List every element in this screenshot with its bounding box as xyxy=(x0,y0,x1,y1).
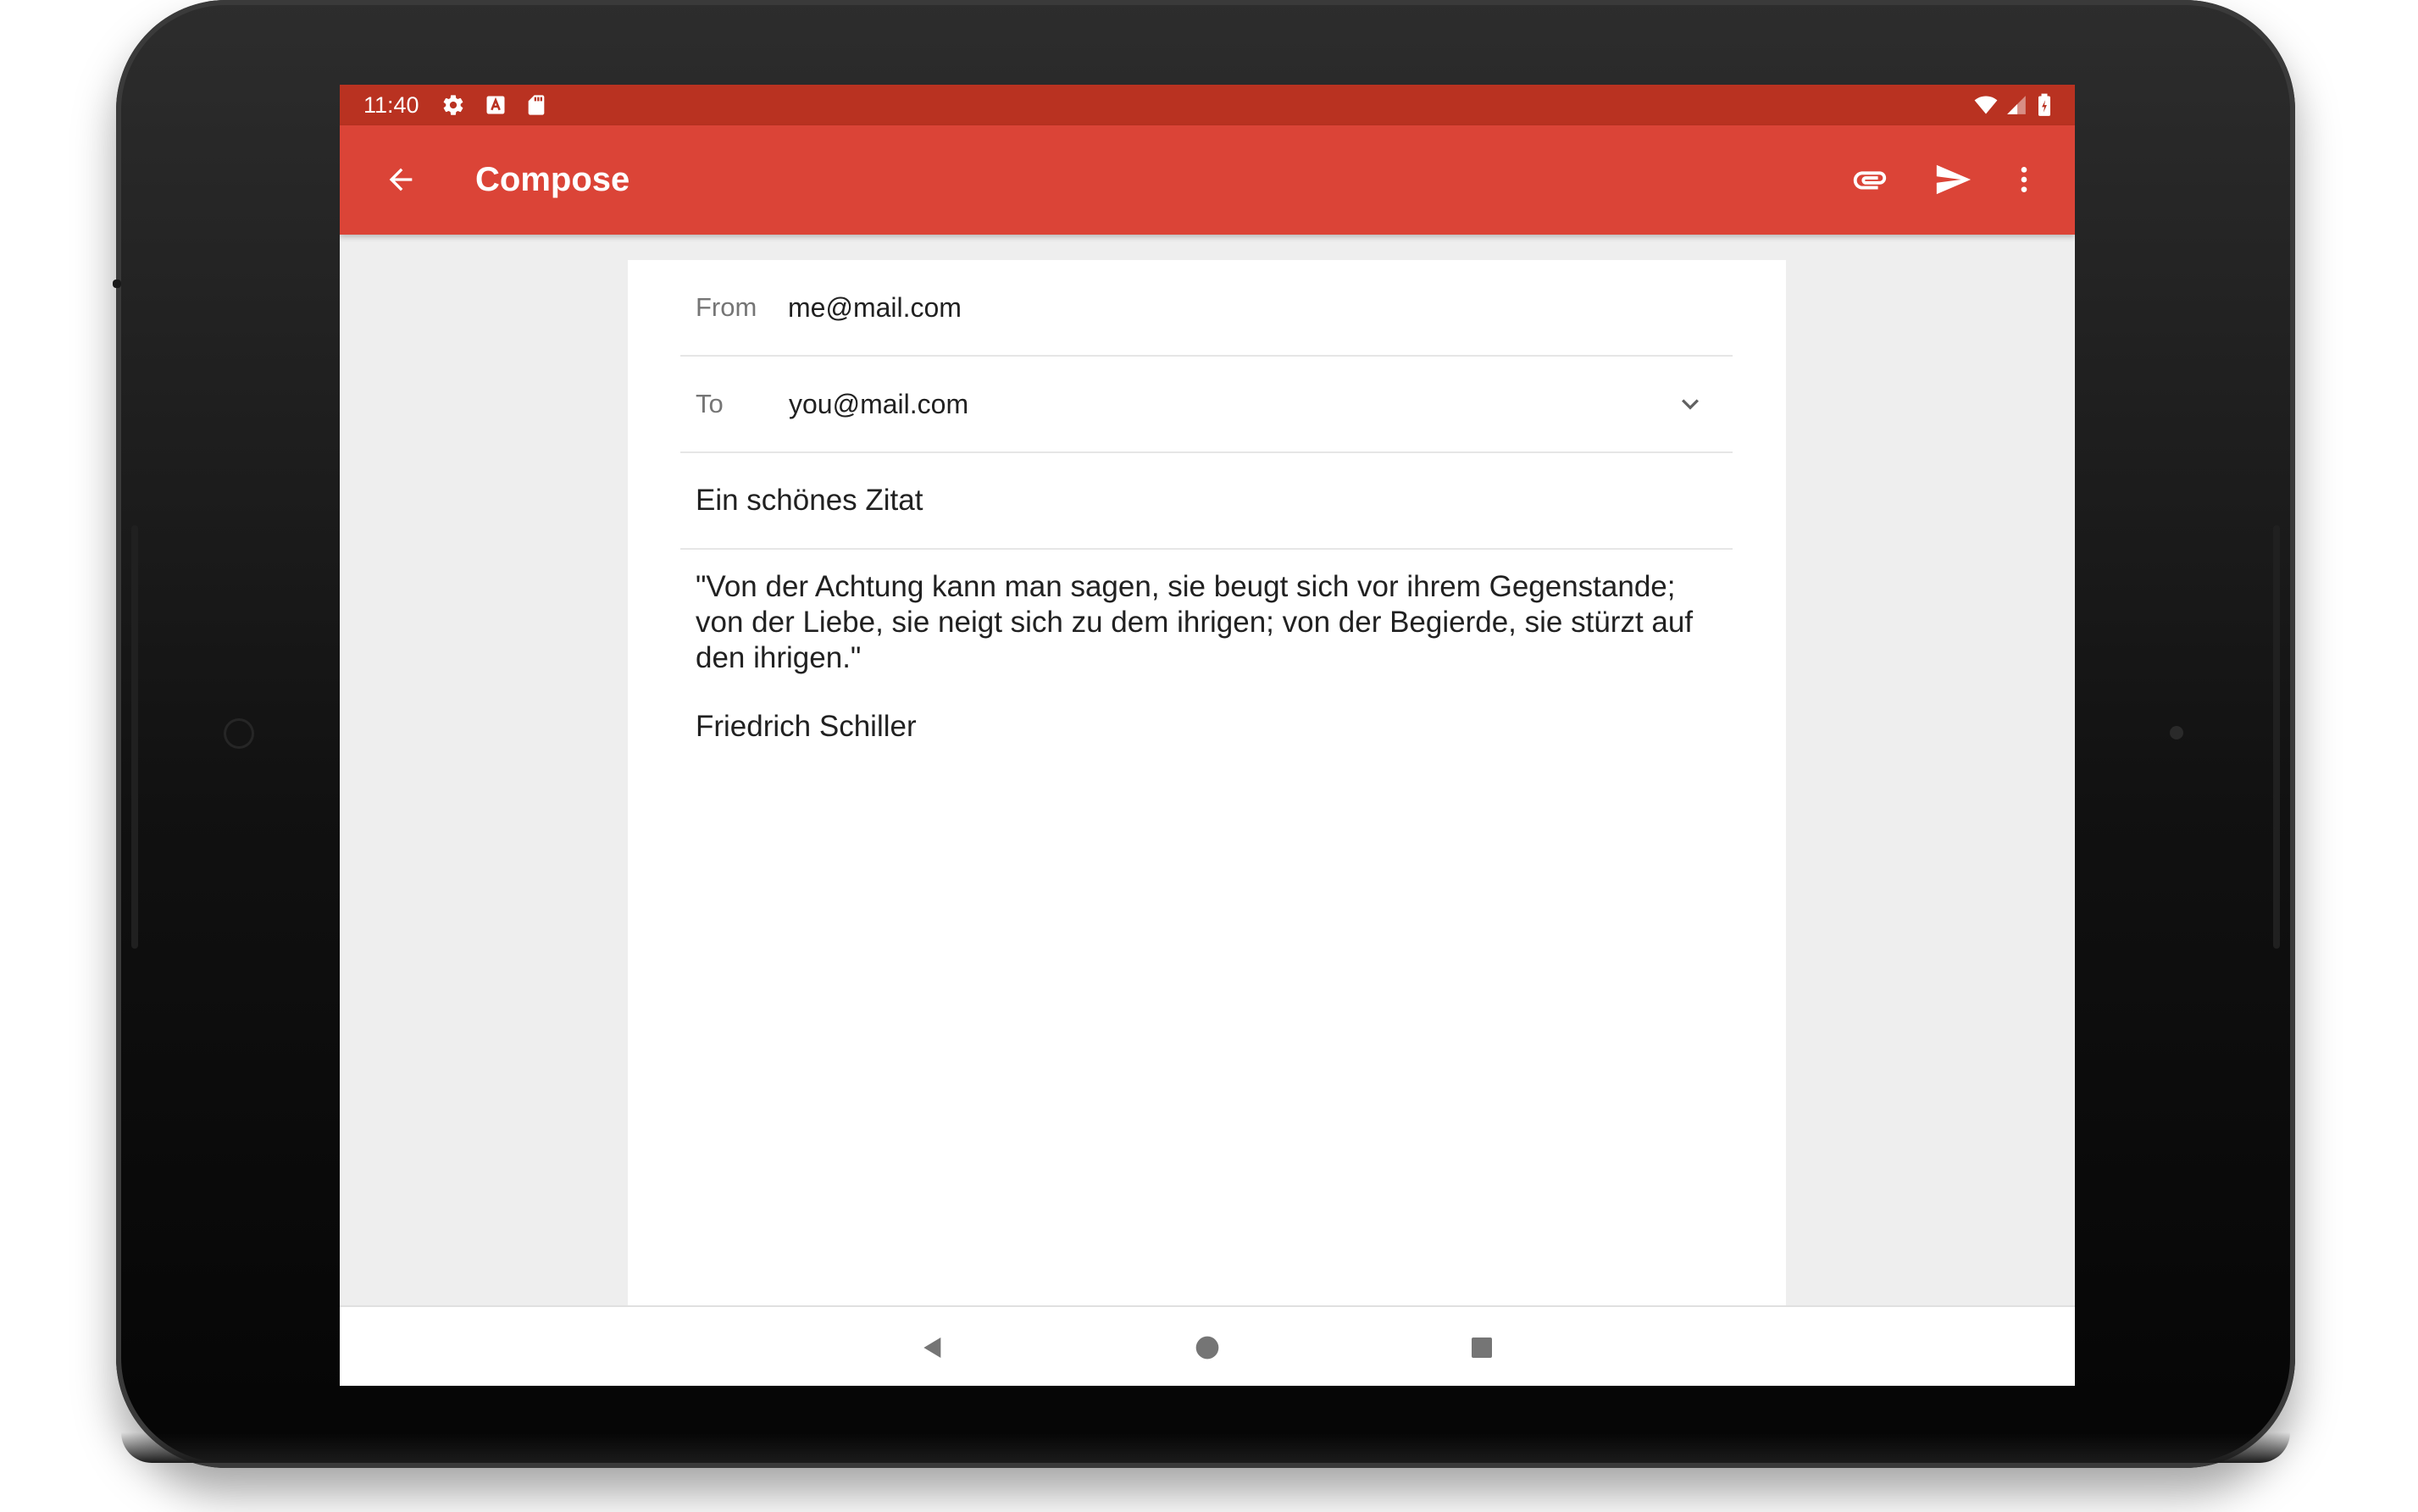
mockup-stage: 11:40 Compose From me@mail.com To you@ma… xyxy=(0,0,2418,1512)
app-bar: Compose xyxy=(340,125,2075,235)
message-signature[interactable]: Friedrich Schiller xyxy=(696,709,917,745)
to-dropdown-button[interactable] xyxy=(1672,385,1709,423)
page-title: Compose xyxy=(475,161,630,198)
keyboard-a-icon xyxy=(484,93,507,117)
left-side-button xyxy=(113,280,121,288)
message-body[interactable]: "Von der Achtung kann man sagen, sie beu… xyxy=(696,569,1729,676)
circle-home-icon xyxy=(1195,1336,1219,1360)
from-label: From xyxy=(696,292,757,322)
nav-back-button[interactable] xyxy=(907,1322,958,1373)
device-screen: 11:40 Compose From me@mail.com To you@ma… xyxy=(340,85,2075,1386)
front-camera xyxy=(226,721,252,746)
right-speaker-grille xyxy=(2273,525,2280,949)
nav-recents-button[interactable] xyxy=(1456,1322,1507,1373)
send-button[interactable] xyxy=(1926,152,1980,207)
sd-card-icon xyxy=(524,93,548,117)
wifi-icon xyxy=(1973,93,1998,117)
attach-icon xyxy=(1853,171,1887,190)
status-time: 11:40 xyxy=(363,92,419,118)
subject-row: Ein schönes Zitat xyxy=(680,453,1733,550)
to-label: To xyxy=(696,389,724,418)
more-vert-icon xyxy=(2021,167,2027,192)
status-bar: 11:40 xyxy=(340,85,2075,125)
triangle-back-icon xyxy=(923,1338,941,1358)
signal-icon xyxy=(2005,93,2029,117)
attach-button[interactable] xyxy=(1843,152,1897,207)
battery-charging-icon xyxy=(2036,93,2060,117)
send-icon xyxy=(1936,164,1972,195)
gear-icon xyxy=(441,93,465,117)
back-button[interactable] xyxy=(374,152,428,207)
square-recents-icon xyxy=(1472,1338,1492,1358)
nav-home-button[interactable] xyxy=(1182,1322,1233,1373)
chevron-down-icon xyxy=(1682,399,1699,410)
from-value[interactable]: me@mail.com xyxy=(788,292,962,323)
left-speaker-grille xyxy=(131,525,138,949)
to-row: To you@mail.com xyxy=(680,357,1733,453)
light-sensor xyxy=(2170,726,2183,739)
from-row: From me@mail.com xyxy=(680,260,1733,357)
compose-card: From me@mail.com To you@mail.com Ein sch… xyxy=(628,260,1786,1386)
to-field[interactable]: you@mail.com xyxy=(789,389,968,419)
subject-field[interactable]: Ein schönes Zitat xyxy=(696,484,923,518)
arrow-back-icon xyxy=(389,168,413,191)
navigation-bar xyxy=(340,1305,2075,1386)
more-options-button[interactable] xyxy=(1997,152,2051,207)
